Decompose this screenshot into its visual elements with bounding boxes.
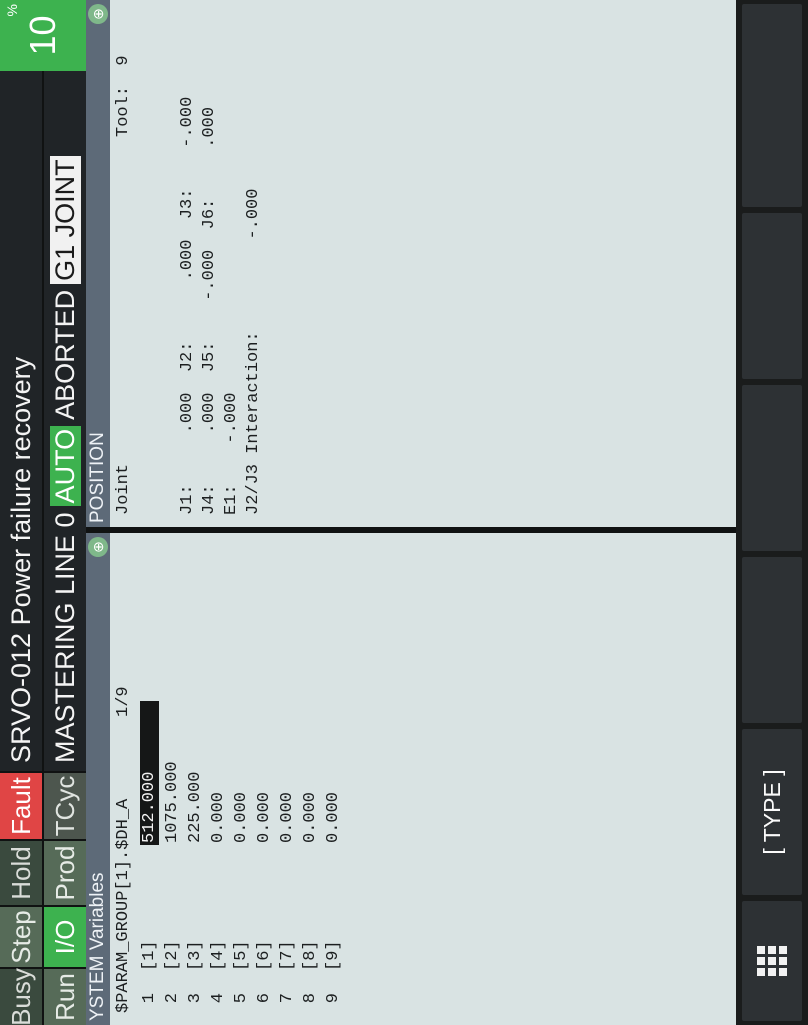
list-item[interactable]: 8 [8] 0.000 xyxy=(299,533,322,1025)
list-item[interactable]: 1 [1] 512.000 xyxy=(138,533,161,1025)
function-key-bar: [ TYPE ] xyxy=(736,0,808,1025)
mode-line: MASTERING LINE 0 AUTO ABORTED G1 JOINT xyxy=(44,71,86,771)
row-key: [1] xyxy=(140,940,159,971)
status-busy: Busy xyxy=(0,968,42,1025)
grid-icon xyxy=(757,946,787,976)
status-io: I/O xyxy=(44,907,86,967)
row-key: [5] xyxy=(232,940,251,971)
joint-label: Joint xyxy=(114,463,133,515)
row-number: 7 xyxy=(278,993,297,1004)
pane-divider xyxy=(86,527,736,533)
f4-button[interactable] xyxy=(742,213,802,379)
row-key: [3] xyxy=(186,940,205,971)
row-value[interactable]: 0.000 xyxy=(209,790,228,845)
list-item[interactable]: 9 [9] 0.000 xyxy=(322,533,345,1025)
status-prod: Prod xyxy=(44,841,86,905)
row-number: 9 xyxy=(324,993,343,1004)
status-tcyc: TCyc xyxy=(44,773,86,839)
row-number: 8 xyxy=(301,993,320,1004)
interaction-line: J2/J3 Interaction: -.000 xyxy=(244,188,263,515)
left-pane-title: YSTEM Variables xyxy=(87,872,108,1021)
list-item[interactable]: 2 [2] 1075.000 xyxy=(161,533,184,1025)
selected-value[interactable]: 512.000 xyxy=(140,701,159,845)
row-number: 2 xyxy=(163,993,182,1004)
override-unit: % xyxy=(4,4,20,17)
row-key: [6] xyxy=(255,940,274,971)
row-value[interactable]: 0.000 xyxy=(324,790,343,845)
menu-grid-button[interactable] xyxy=(742,901,802,1021)
row-key: [2] xyxy=(163,940,182,971)
position-title-bar: POSITION ⊕ xyxy=(86,0,110,527)
override-value: 10 xyxy=(22,15,63,56)
row-number: 3 xyxy=(186,993,205,1004)
list-item[interactable]: 4 [4] 0.000 xyxy=(207,533,230,1025)
row-value[interactable]: 0.000 xyxy=(232,790,251,845)
list-item[interactable]: 3 [3] 225.000 xyxy=(184,533,207,1025)
f2-button[interactable] xyxy=(742,557,802,723)
system-variables-pane: $PARAM_GROUP[1].$DH_A 1/9 1 [1] 512.000 2 [… xyxy=(110,533,736,1025)
list-item[interactable]: 6 [6] 0.000 xyxy=(253,533,276,1025)
auto-mode-badge: AUTO xyxy=(49,425,81,507)
teach-pendant-screen: Busy Step Hold Fault Run I/O Prod TCyc S… xyxy=(0,0,808,1025)
variable-header: $PARAM_GROUP[1].$DH_A 1/9 xyxy=(112,521,135,1025)
right-pane-title: POSITION xyxy=(87,432,108,523)
status-run: Run xyxy=(44,969,86,1025)
row-key: [4] xyxy=(209,940,228,971)
row-value[interactable]: 0.000 xyxy=(278,790,297,845)
row-number: 4 xyxy=(209,993,228,1004)
list-item[interactable]: 7 [7] 0.000 xyxy=(276,533,299,1025)
row-value[interactable]: 0.000 xyxy=(301,790,320,845)
position-pane: Joint Tool: 9 J1: .000 J2: .000 J3: -.00… xyxy=(110,0,736,527)
maximize-pane-icon[interactable]: ⊕ xyxy=(88,4,108,24)
type-button[interactable]: [ TYPE ] xyxy=(742,729,802,895)
coord-system-badge: G1 JOINT xyxy=(49,156,81,284)
f3-button[interactable] xyxy=(742,385,802,551)
row-number: 1 xyxy=(140,993,159,1004)
row-key: [8] xyxy=(301,940,320,971)
row-number: 5 xyxy=(232,993,251,1004)
mastering-line-text: MASTERING LINE 0 xyxy=(49,512,80,763)
status-step: Step xyxy=(0,907,42,967)
variable-name: $PARAM_GROUP[1].$DH_A xyxy=(114,798,133,1013)
alarm-message: SRVO-012 Power failure recovery xyxy=(0,71,42,771)
system-variables-title: YSTEM Variables ⊕ xyxy=(86,533,110,1025)
row-value[interactable]: 1075.000 xyxy=(163,759,182,845)
row-number: 6 xyxy=(255,993,274,1004)
list-item[interactable]: 5 [5] 0.000 xyxy=(230,533,253,1025)
ext-axis-line: E1: -.000 xyxy=(222,392,241,515)
row-value[interactable]: 225.000 xyxy=(186,770,205,845)
aborted-status: ABORTED xyxy=(49,289,80,420)
row-key: [7] xyxy=(278,940,297,971)
maximize-pane-icon[interactable]: ⊕ xyxy=(88,537,108,557)
row-key: [9] xyxy=(324,940,343,971)
status-fault: Fault xyxy=(0,773,42,839)
speed-override[interactable]: 10 % xyxy=(0,0,86,71)
f5-button[interactable] xyxy=(742,4,802,207)
joint-line-2: J4: .000 J5: -.000 J6: .000 xyxy=(200,106,219,515)
page-indicator: 1/9 xyxy=(114,686,133,717)
tool-label: Tool: 9 xyxy=(114,55,133,137)
status-hold: Hold xyxy=(0,841,42,905)
joint-line-1: J1: .000 J2: .000 J3: -.000 xyxy=(178,96,197,515)
row-value[interactable]: 0.000 xyxy=(255,790,274,845)
